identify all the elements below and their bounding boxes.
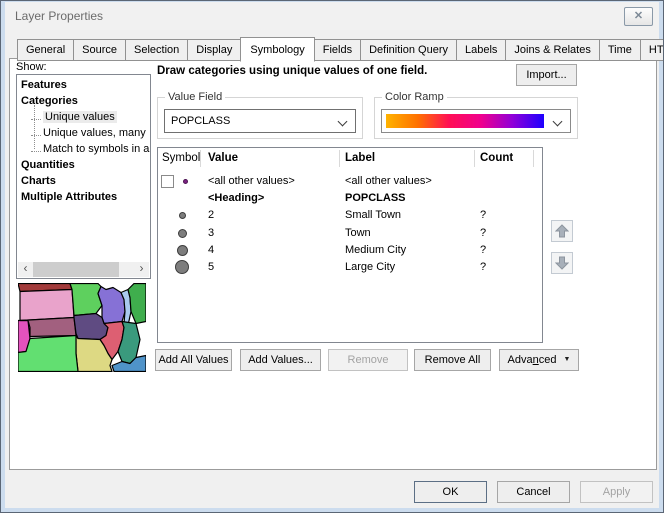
tab-joins-relates[interactable]: Joins & Relates xyxy=(505,39,599,61)
tree-item-unique-values-many[interactable]: Unique values, many xyxy=(21,125,150,141)
cancel-button[interactable]: Cancel xyxy=(497,481,570,503)
table-row[interactable]: <Heading> POPCLASS xyxy=(158,190,542,207)
tab-labels[interactable]: Labels xyxy=(456,39,506,61)
scrollbar-thumb[interactable] xyxy=(33,262,119,277)
tree-item-match-symbols[interactable]: Match to symbols in a xyxy=(21,141,150,157)
horizontal-scrollbar[interactable]: ‹ › xyxy=(18,262,149,277)
chevron-down-icon xyxy=(338,117,348,127)
tab-html-popup[interactable]: HTML Popup xyxy=(640,39,664,61)
tab-source[interactable]: Source xyxy=(73,39,126,61)
remove-button[interactable]: Remove xyxy=(328,349,408,371)
add-values-button[interactable]: Add Values... xyxy=(240,349,321,371)
tab-time[interactable]: Time xyxy=(599,39,641,61)
show-tree-listbox[interactable]: Features Categories Unique values Unique… xyxy=(16,74,151,279)
close-icon[interactable]: ✕ xyxy=(624,7,653,26)
color-ramp-group: Color Ramp xyxy=(374,97,578,139)
table-row[interactable]: 3 Town ? xyxy=(158,225,542,242)
draw-method-description: Draw categories using unique values of o… xyxy=(157,65,427,77)
tab-display[interactable]: Display xyxy=(187,39,241,61)
column-header-value: Value xyxy=(208,152,238,164)
tree-item-categories[interactable]: Categories xyxy=(21,93,150,109)
advanced-button[interactable]: Advanced▼ xyxy=(499,349,579,371)
map-preview xyxy=(18,283,146,372)
color-ramp-label: Color Ramp xyxy=(382,91,447,103)
tab-symbology[interactable]: Symbology xyxy=(240,37,314,62)
value-field-value: POPCLASS xyxy=(171,115,230,127)
title-bar: Layer Properties ✕ xyxy=(5,2,659,30)
point-symbol[interactable] xyxy=(177,245,188,256)
table-row[interactable]: <all other values> <all other values> xyxy=(158,173,542,190)
tab-definition-query[interactable]: Definition Query xyxy=(360,39,457,61)
categories-table[interactable]: Symbol Value Label Count <all other valu… xyxy=(157,147,543,343)
tab-general[interactable]: General xyxy=(17,39,74,61)
point-symbol[interactable] xyxy=(183,179,188,184)
column-header-symbol: Symbol xyxy=(162,152,200,164)
down-arrow-icon xyxy=(555,256,569,270)
tree-item-multiple-attributes[interactable]: Multiple Attributes xyxy=(21,189,150,205)
dropdown-arrow-icon: ▼ xyxy=(564,350,571,370)
scroll-left-icon[interactable]: ‹ xyxy=(18,262,33,277)
tree-item-quantities[interactable]: Quantities xyxy=(21,157,150,173)
table-row[interactable]: 2 Small Town ? xyxy=(158,207,542,224)
table-row[interactable]: 5 Large City ? xyxy=(158,259,542,276)
move-up-button[interactable] xyxy=(551,220,573,242)
tab-selection[interactable]: Selection xyxy=(125,39,188,61)
point-symbol[interactable] xyxy=(178,229,187,238)
show-label: Show: xyxy=(16,61,47,73)
up-arrow-icon xyxy=(555,224,569,238)
column-header-label: Label xyxy=(345,152,375,164)
value-field-group: Value Field POPCLASS xyxy=(157,97,363,139)
all-other-values-checkbox[interactable] xyxy=(161,175,174,188)
column-header-count: Count xyxy=(480,152,513,164)
color-ramp-dropdown[interactable] xyxy=(381,109,571,133)
import-button[interactable]: Import... xyxy=(516,64,577,86)
window-title: Layer Properties xyxy=(15,9,103,23)
scroll-right-icon[interactable]: › xyxy=(134,262,149,277)
ok-button[interactable]: OK xyxy=(414,481,487,503)
tab-strip: General Source Selection Display Symbolo… xyxy=(17,37,664,61)
table-row[interactable]: 4 Medium City ? xyxy=(158,242,542,259)
chevron-down-icon xyxy=(553,117,563,127)
value-field-label: Value Field xyxy=(165,91,225,103)
point-symbol[interactable] xyxy=(175,260,189,274)
tree-item-charts[interactable]: Charts xyxy=(21,173,150,189)
color-ramp-swatch xyxy=(386,114,544,128)
layer-properties-dialog: Layer Properties ✕ General Source Select… xyxy=(0,0,664,513)
move-down-button[interactable] xyxy=(551,252,573,274)
add-all-values-button[interactable]: Add All Values xyxy=(155,349,232,371)
apply-button[interactable]: Apply xyxy=(580,481,653,503)
symbology-page: Show: Features Categories Unique values … xyxy=(9,58,657,470)
remove-all-button[interactable]: Remove All xyxy=(414,349,491,371)
table-header: Symbol Value Label Count xyxy=(158,148,542,170)
tree-item-unique-values[interactable]: Unique values xyxy=(21,109,150,125)
point-symbol[interactable] xyxy=(179,212,186,219)
tab-fields[interactable]: Fields xyxy=(314,39,361,61)
tree-item-features[interactable]: Features xyxy=(21,77,150,93)
value-field-dropdown[interactable]: POPCLASS xyxy=(164,109,356,133)
